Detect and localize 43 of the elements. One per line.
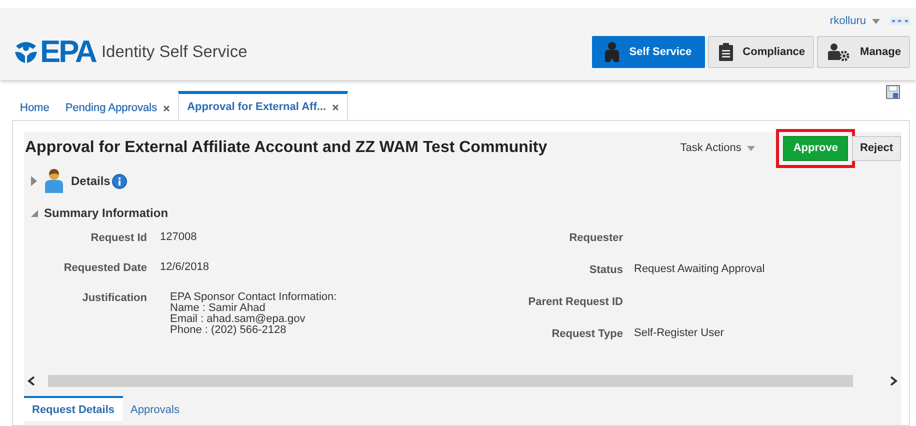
field-value: 12/6/2018 <box>160 262 210 274</box>
info-icon[interactable] <box>112 174 128 188</box>
scrollbar[interactable] <box>48 375 853 387</box>
field-label: Request Type <box>550 328 623 340</box>
task-actions-menu[interactable]: Task Actions <box>680 142 756 154</box>
caret-icon <box>872 18 880 24</box>
flower-logo-icon <box>14 40 38 64</box>
close-icon[interactable] <box>332 104 340 110</box>
action-button[interactable]: Reject <box>852 136 901 160</box>
close-icon[interactable] <box>163 104 170 112</box>
field-label: Parent Request ID <box>527 296 623 308</box>
user-gear-icon <box>828 43 850 61</box>
field-value: EPA Sponsor Contact Information: Name : Samir Ahad Email : ahad.sam@epa.gov Phone : (202) 566-2128 <box>169 292 338 336</box>
field-value: 127008 <box>160 232 198 244</box>
field-value: Request Awaiting Approval <box>634 264 765 276</box>
tab[interactable]: Approval for External Aff... <box>178 91 348 120</box>
field-label: Request Id <box>90 232 147 244</box>
tab[interactable]: Approvals <box>122 396 188 421</box>
field-value: Self-Register User <box>634 328 725 340</box>
field-label: Status <box>588 264 623 276</box>
tab[interactable]: Request Details <box>24 396 123 421</box>
caret-icon <box>747 146 756 150</box>
clipboard-icon <box>718 43 733 61</box>
field-label: Justification <box>81 292 147 306</box>
person-icon <box>605 42 620 62</box>
expand-icon[interactable] <box>31 176 37 186</box>
tab[interactable]: Pending Approvals <box>57 93 178 120</box>
details-label[interactable]: Details <box>71 174 110 188</box>
save-icon[interactable] <box>886 85 900 99</box>
section-heading: Summary Information <box>44 206 168 220</box>
logo-text: EPA <box>40 34 96 70</box>
field-label: Requested Date <box>62 262 147 274</box>
nav-button[interactable]: Manage <box>817 36 910 68</box>
person-icon <box>45 169 63 193</box>
user-menu[interactable]: rkolluru <box>830 15 880 27</box>
tab[interactable]: Home <box>12 93 58 120</box>
expand-icon[interactable] <box>31 210 38 216</box>
app-title: Identity Self Service <box>101 42 248 62</box>
more-icon[interactable] <box>890 17 910 25</box>
nav-button[interactable]: Self Service <box>592 36 705 68</box>
page-title: Approval for External Affiliate Account and ZZ WAM Test Community <box>25 139 548 157</box>
field-label: Requester <box>568 232 623 244</box>
nav-button[interactable]: Compliance <box>708 36 814 68</box>
